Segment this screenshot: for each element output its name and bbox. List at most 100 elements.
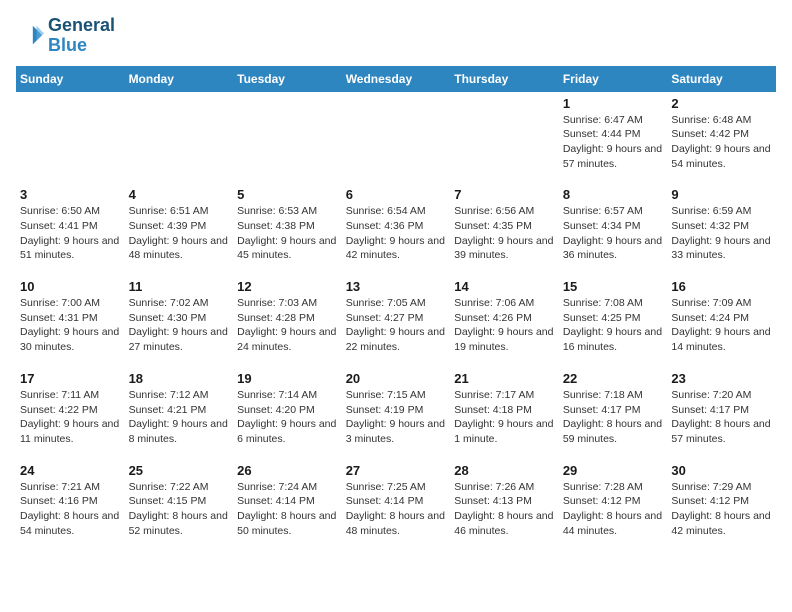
header-wednesday: Wednesday <box>342 66 451 92</box>
day-cell: 12 Sunrise: 7:03 AMSunset: 4:28 PMDayligh… <box>233 275 342 363</box>
day-info: Sunrise: 7:06 AMSunset: 4:26 PMDaylight:… <box>454 296 555 355</box>
day-number: 28 <box>454 463 555 478</box>
week-row-3: 10 Sunrise: 7:00 AMSunset: 4:31 PMDayligh… <box>16 275 776 363</box>
day-info: Sunrise: 6:56 AMSunset: 4:35 PMDaylight:… <box>454 204 555 263</box>
day-cell: 29 Sunrise: 7:28 AMSunset: 4:12 PMDayligh… <box>559 459 668 547</box>
day-number: 24 <box>20 463 121 478</box>
header-saturday: Saturday <box>667 66 776 92</box>
day-number: 18 <box>129 371 230 386</box>
top-row: General Blue <box>16 16 776 60</box>
day-cell: 5 Sunrise: 6:53 AMSunset: 4:38 PMDaylight… <box>233 183 342 271</box>
day-info: Sunrise: 7:11 AMSunset: 4:22 PMDaylight:… <box>20 388 121 447</box>
day-info: Sunrise: 7:17 AMSunset: 4:18 PMDaylight:… <box>454 388 555 447</box>
logo-text-line2: Blue <box>48 36 115 56</box>
week-row-1: 1 Sunrise: 6:47 AMSunset: 4:44 PMDaylight… <box>16 92 776 180</box>
day-cell: 15 Sunrise: 7:08 AMSunset: 4:25 PMDayligh… <box>559 275 668 363</box>
header-tuesday: Tuesday <box>233 66 342 92</box>
day-cell: 13 Sunrise: 7:05 AMSunset: 4:27 PMDayligh… <box>342 275 451 363</box>
day-cell: 19 Sunrise: 7:14 AMSunset: 4:20 PMDayligh… <box>233 367 342 455</box>
day-cell: 27 Sunrise: 7:25 AMSunset: 4:14 PMDayligh… <box>342 459 451 547</box>
day-number: 16 <box>671 279 772 294</box>
week-row-2: 3 Sunrise: 6:50 AMSunset: 4:41 PMDaylight… <box>16 183 776 271</box>
day-info: Sunrise: 7:09 AMSunset: 4:24 PMDaylight:… <box>671 296 772 355</box>
day-info: Sunrise: 7:15 AMSunset: 4:19 PMDaylight:… <box>346 388 447 447</box>
day-cell: 28 Sunrise: 7:26 AMSunset: 4:13 PMDayligh… <box>450 459 559 547</box>
day-info: Sunrise: 7:24 AMSunset: 4:14 PMDaylight:… <box>237 480 338 539</box>
day-number: 21 <box>454 371 555 386</box>
day-info: Sunrise: 7:29 AMSunset: 4:12 PMDaylight:… <box>671 480 772 539</box>
day-number: 4 <box>129 187 230 202</box>
day-info: Sunrise: 7:18 AMSunset: 4:17 PMDaylight:… <box>563 388 664 447</box>
day-number: 7 <box>454 187 555 202</box>
day-number: 8 <box>563 187 664 202</box>
day-number: 17 <box>20 371 121 386</box>
day-number: 5 <box>237 187 338 202</box>
day-cell: 18Sunrise: 7:12 AMSunset: 4:21 PMDayligh… <box>125 367 234 455</box>
day-cell: 17 Sunrise: 7:11 AMSunset: 4:22 PMDayligh… <box>16 367 125 455</box>
day-number: 13 <box>346 279 447 294</box>
day-number: 14 <box>454 279 555 294</box>
day-number: 3 <box>20 187 121 202</box>
day-cell: 4 Sunrise: 6:51 AMSunset: 4:39 PMDaylight… <box>125 183 234 271</box>
day-cell: 16 Sunrise: 7:09 AMSunset: 4:24 PMDayligh… <box>667 275 776 363</box>
day-cell: 3 Sunrise: 6:50 AMSunset: 4:41 PMDaylight… <box>16 183 125 271</box>
day-info: Sunrise: 7:14 AMSunset: 4:20 PMDaylight:… <box>237 388 338 447</box>
day-info: Sunrise: 6:54 AMSunset: 4:36 PMDaylight:… <box>346 204 447 263</box>
day-info: Sunrise: 7:08 AMSunset: 4:25 PMDaylight:… <box>563 296 664 355</box>
day-number: 25 <box>129 463 230 478</box>
day-number: 29 <box>563 463 664 478</box>
day-info: Sunrise: 6:51 AMSunset: 4:39 PMDaylight:… <box>129 204 230 263</box>
day-cell: 1 Sunrise: 6:47 AMSunset: 4:44 PMDaylight… <box>559 92 668 180</box>
day-number: 23 <box>671 371 772 386</box>
day-info: Sunrise: 7:25 AMSunset: 4:14 PMDaylight:… <box>346 480 447 539</box>
day-cell: 2Sunrise: 6:48 AMSunset: 4:42 PMDaylight… <box>667 92 776 180</box>
day-info: Sunrise: 7:28 AMSunset: 4:12 PMDaylight:… <box>563 480 664 539</box>
day-info: Sunrise: 7:00 AMSunset: 4:31 PMDaylight:… <box>20 296 121 355</box>
day-cell: 8Sunrise: 6:57 AMSunset: 4:34 PMDaylight… <box>559 183 668 271</box>
day-info: Sunrise: 7:05 AMSunset: 4:27 PMDaylight:… <box>346 296 447 355</box>
day-cell <box>233 92 342 180</box>
day-cell <box>342 92 451 180</box>
logo-blue: Blue <box>48 35 87 55</box>
day-number: 1 <box>563 96 664 111</box>
day-cell: 24 Sunrise: 7:21 AMSunset: 4:16 PMDayligh… <box>16 459 125 547</box>
day-number: 15 <box>563 279 664 294</box>
day-cell: 26 Sunrise: 7:24 AMSunset: 4:14 PMDayligh… <box>233 459 342 547</box>
day-number: 12 <box>237 279 338 294</box>
day-number: 27 <box>346 463 447 478</box>
day-cell: 20 Sunrise: 7:15 AMSunset: 4:19 PMDayligh… <box>342 367 451 455</box>
day-number: 26 <box>237 463 338 478</box>
day-cell: 9 Sunrise: 6:59 AMSunset: 4:32 PMDaylight… <box>667 183 776 271</box>
header-row: SundayMondayTuesdayWednesdayThursdayFrid… <box>16 66 776 92</box>
day-number: 9 <box>671 187 772 202</box>
day-number: 30 <box>671 463 772 478</box>
day-info: Sunrise: 6:59 AMSunset: 4:32 PMDaylight:… <box>671 204 772 263</box>
day-cell: 25Sunrise: 7:22 AMSunset: 4:15 PMDayligh… <box>125 459 234 547</box>
day-cell: 21 Sunrise: 7:17 AMSunset: 4:18 PMDayligh… <box>450 367 559 455</box>
day-info: Sunrise: 7:21 AMSunset: 4:16 PMDaylight:… <box>20 480 121 539</box>
day-cell <box>450 92 559 180</box>
header-sunday: Sunday <box>16 66 125 92</box>
day-cell: 14 Sunrise: 7:06 AMSunset: 4:26 PMDayligh… <box>450 275 559 363</box>
day-info: Sunrise: 7:02 AMSunset: 4:30 PMDaylight:… <box>129 296 230 355</box>
logo: General Blue <box>16 16 115 56</box>
day-info: Sunrise: 7:26 AMSunset: 4:13 PMDaylight:… <box>454 480 555 539</box>
day-number: 10 <box>20 279 121 294</box>
logo-text-line1: General <box>48 16 115 36</box>
day-cell: 7 Sunrise: 6:56 AMSunset: 4:35 PMDaylight… <box>450 183 559 271</box>
day-info: Sunrise: 6:47 AMSunset: 4:44 PMDaylight:… <box>563 113 664 172</box>
day-info: Sunrise: 7:03 AMSunset: 4:28 PMDaylight:… <box>237 296 338 355</box>
calendar-table: SundayMondayTuesdayWednesdayThursdayFrid… <box>16 66 776 547</box>
header-monday: Monday <box>125 66 234 92</box>
day-cell: 11Sunrise: 7:02 AMSunset: 4:30 PMDayligh… <box>125 275 234 363</box>
week-row-5: 24 Sunrise: 7:21 AMSunset: 4:16 PMDayligh… <box>16 459 776 547</box>
day-cell: 6 Sunrise: 6:54 AMSunset: 4:36 PMDaylight… <box>342 183 451 271</box>
day-number: 6 <box>346 187 447 202</box>
day-number: 20 <box>346 371 447 386</box>
day-cell: 22 Sunrise: 7:18 AMSunset: 4:17 PMDayligh… <box>559 367 668 455</box>
day-cell: 30 Sunrise: 7:29 AMSunset: 4:12 PMDayligh… <box>667 459 776 547</box>
day-number: 22 <box>563 371 664 386</box>
day-info: Sunrise: 6:53 AMSunset: 4:38 PMDaylight:… <box>237 204 338 263</box>
day-info: Sunrise: 6:50 AMSunset: 4:41 PMDaylight:… <box>20 204 121 263</box>
day-number: 19 <box>237 371 338 386</box>
